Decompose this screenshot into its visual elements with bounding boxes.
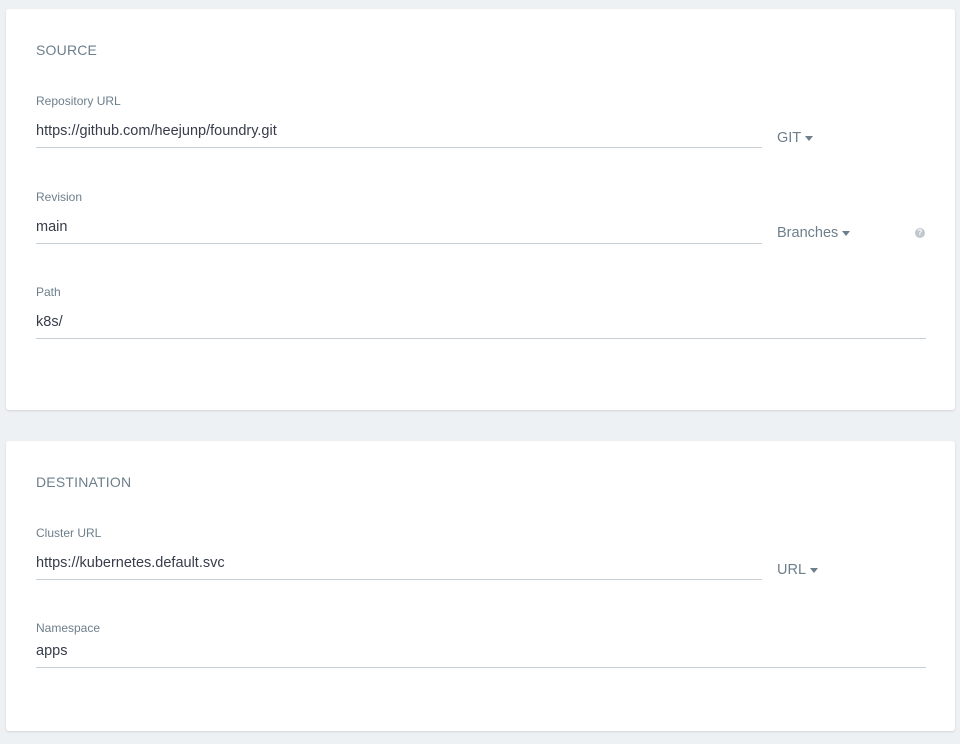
destination-section-title: DESTINATION: [36, 474, 132, 490]
help-icon[interactable]: ?: [915, 228, 925, 238]
caret-down-icon: [805, 136, 814, 141]
path-label: Path: [36, 285, 61, 299]
path-input[interactable]: [36, 310, 926, 339]
revision-type-label: Branches: [777, 225, 839, 241]
namespace-label: Namespace: [36, 621, 101, 635]
repo-type-dropdown[interactable]: GIT: [777, 130, 814, 146]
revision-type-dropdown[interactable]: Branches: [777, 225, 851, 241]
repository-url-label: Repository URL: [36, 94, 121, 108]
caret-down-icon: [842, 231, 851, 236]
repo-type-label: GIT: [777, 130, 802, 146]
cluster-type-dropdown[interactable]: URL: [777, 562, 819, 578]
revision-label: Revision: [36, 190, 83, 204]
revision-input[interactable]: [36, 215, 762, 244]
caret-down-icon: [810, 568, 819, 573]
repository-url-input[interactable]: [36, 119, 762, 148]
cluster-url-label: Cluster URL: [36, 526, 102, 540]
destination-card: DESTINATION Cluster URL URL Namespace: [6, 441, 955, 731]
source-card: SOURCE Repository URL GIT Revision Branc…: [6, 9, 955, 410]
cluster-type-label: URL: [777, 562, 807, 578]
source-section-title: SOURCE: [36, 42, 98, 58]
cluster-url-input[interactable]: [36, 551, 762, 580]
namespace-input[interactable]: [36, 639, 926, 668]
